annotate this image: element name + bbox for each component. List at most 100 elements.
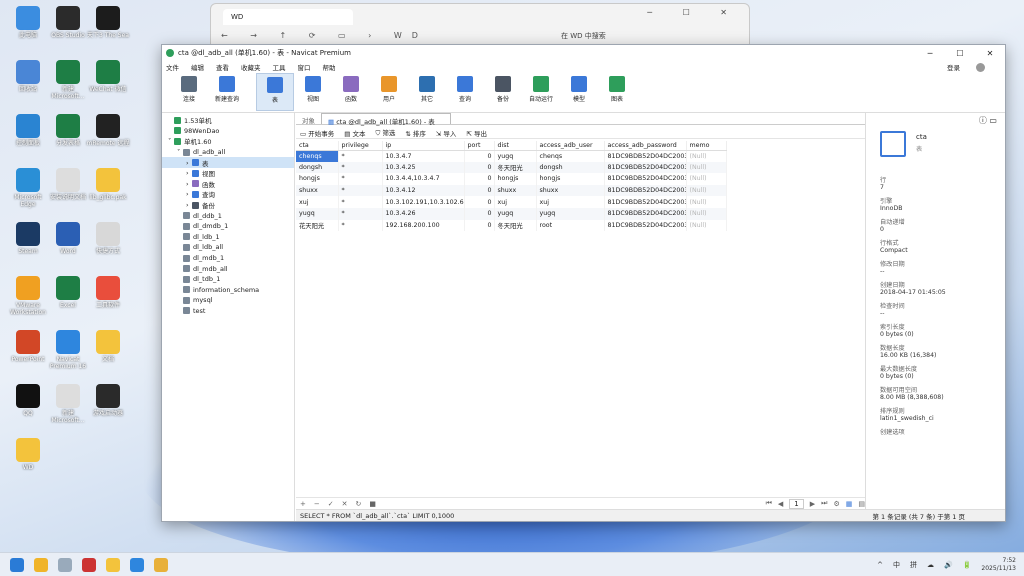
tree-item[interactable]: dl_ddb_1 bbox=[162, 210, 294, 221]
desktop-icon[interactable]: WeChat 微信 bbox=[86, 60, 130, 93]
toolbar-button[interactable]: 表 bbox=[256, 73, 294, 111]
table-cell[interactable]: yugq bbox=[536, 207, 605, 220]
desktop-icon[interactable]: OBS Studio bbox=[46, 6, 90, 39]
column-header[interactable]: dist bbox=[494, 141, 537, 151]
minimize-button[interactable]: ─ bbox=[915, 49, 945, 58]
tray-icon[interactable]: 🔊 bbox=[944, 561, 953, 569]
table-row[interactable]: hongjs * 10.3.4.4,10.3.4.7 0 hongjs hongjs 81D… bbox=[296, 173, 727, 185]
game-taskbar-icon[interactable] bbox=[82, 557, 96, 572]
table-cell[interactable]: hongjs bbox=[536, 173, 605, 185]
toolbar-button[interactable]: 连接 bbox=[170, 73, 208, 111]
desktop-icon[interactable]: QQ bbox=[6, 384, 50, 417]
grid-control-button[interactable]: ■ bbox=[369, 500, 376, 508]
table-cell[interactable]: (Null) bbox=[686, 150, 727, 162]
page-number[interactable]: 1 bbox=[789, 498, 804, 509]
folder-taskbar-icon[interactable] bbox=[106, 557, 120, 572]
app-taskbar-icon[interactable] bbox=[130, 557, 144, 572]
explorer-search-box[interactable]: 在 WD 中搜索 bbox=[561, 31, 606, 41]
tree-item[interactable]: dl_dmdb_1 bbox=[162, 221, 294, 232]
table-cell[interactable]: * bbox=[338, 173, 383, 185]
column-header[interactable]: cta bbox=[296, 141, 339, 151]
avatar-icon[interactable] bbox=[976, 62, 985, 72]
explorer-window-controls[interactable]: ─ ☐ ✕ bbox=[647, 8, 741, 17]
table-row[interactable]: xuj * 10.3.102.191,10.3.102.62 0 xuj xuj 81DC9… bbox=[296, 196, 727, 208]
toolbar-button[interactable]: 自动运行 bbox=[522, 73, 560, 111]
table-row[interactable]: chenqs * 10.3.4.7 0 yugq chenqs 81DC9BDB52D04D… bbox=[296, 150, 727, 162]
desktop-icon[interactable]: 天下3 The Sea bbox=[86, 6, 130, 39]
table-cell[interactable]: * bbox=[338, 207, 383, 220]
table-cell[interactable]: 冬天阳光 bbox=[494, 161, 537, 174]
table-cell[interactable]: 10.3.102.191,10.3.102.62 bbox=[382, 196, 465, 208]
desktop-icon[interactable]: 新建 Microsoft... bbox=[46, 384, 90, 424]
toolbar-button[interactable]: 其它 bbox=[408, 73, 446, 111]
table-cell[interactable]: root bbox=[536, 219, 605, 232]
tree-item[interactable]: › 备份 bbox=[162, 200, 294, 211]
desktop-icon[interactable]: 控制面板 bbox=[6, 114, 50, 147]
desktop-icon[interactable]: Steam bbox=[6, 222, 50, 255]
action-button[interactable]: ▭ 开始事务 bbox=[300, 128, 334, 138]
table-row[interactable]: dongsh * 10.3.4.25 0 冬天阳光 dongsh 81DC9BDB52D04… bbox=[296, 161, 727, 174]
table-cell[interactable]: xuj bbox=[296, 196, 339, 208]
tree-item[interactable]: test bbox=[162, 306, 294, 317]
settings-gear-icon[interactable]: ⚙ bbox=[833, 500, 839, 508]
table-cell[interactable]: xuj bbox=[494, 196, 537, 208]
table-row[interactable]: 花天阳光 * 192.168.200.100 0 冬天阳光 root 81DC9BDB52D… bbox=[296, 219, 727, 232]
tree-item[interactable]: › 函数 bbox=[162, 179, 294, 190]
table-cell[interactable]: 81DC9BDB52D04DC2003 bbox=[604, 207, 687, 220]
explorer-address[interactable]: WD bbox=[394, 31, 428, 40]
table-cell[interactable]: * bbox=[338, 184, 383, 197]
table-cell[interactable]: * bbox=[338, 150, 383, 162]
action-button[interactable]: ▤ 文本 bbox=[344, 128, 365, 138]
desktop-icon[interactable]: 文档 bbox=[86, 330, 130, 363]
table-cell[interactable]: (Null) bbox=[686, 173, 727, 185]
menu-item[interactable]: 工具 bbox=[273, 62, 286, 72]
column-header[interactable]: ip bbox=[382, 141, 465, 151]
action-button[interactable]: ⛉ 筛选 bbox=[375, 127, 395, 138]
table-cell[interactable]: * bbox=[338, 161, 383, 174]
login-label[interactable]: 登录 bbox=[947, 62, 960, 72]
tree-item[interactable]: 98WenDao bbox=[162, 126, 294, 137]
clock[interactable]: 7:52 2025/11/13 bbox=[981, 557, 1016, 573]
column-header[interactable]: port bbox=[464, 141, 495, 151]
table-cell[interactable]: dongsh bbox=[296, 161, 339, 174]
form-view-icon[interactable]: ▤ bbox=[858, 500, 865, 508]
table-cell[interactable]: 81DC9BDB52D04DC2003 bbox=[604, 150, 687, 162]
tree-item[interactable]: dl_ldb_1 bbox=[162, 232, 294, 243]
tree-item[interactable]: › 视图 bbox=[162, 168, 294, 179]
table-cell[interactable]: 0 bbox=[464, 207, 495, 220]
table-cell[interactable]: 81DC9BDB52D04DC2003 bbox=[604, 196, 687, 208]
tab-objects[interactable]: 对象 bbox=[296, 113, 321, 125]
table-cell[interactable]: 81DC9BDB52D04DC2003 bbox=[604, 173, 687, 185]
start-icon[interactable] bbox=[10, 557, 24, 572]
toolbar-button[interactable]: 备份 bbox=[484, 73, 522, 111]
tab-table-data[interactable]: ▦ cta @dl_adb_all (单机1.60) - 表 bbox=[321, 113, 451, 126]
menu-item[interactable]: 查看 bbox=[216, 62, 229, 72]
tray-icon[interactable]: ☁ bbox=[927, 561, 934, 569]
grid-control-button[interactable]: ✓ bbox=[328, 500, 334, 508]
navicat-window[interactable]: cta @dl_adb_all (单机1.60) - 表 - Navicat P… bbox=[161, 44, 1006, 522]
table-cell[interactable]: 81DC9BDB52D04DC2003 bbox=[604, 219, 687, 232]
file-explorer-window[interactable]: WD ─ ☐ ✕ ← → ↑ ⟳ ▭ › WD 在 WD 中搜索 bbox=[210, 3, 750, 45]
desktop-icon[interactable]: 快捷方式 bbox=[86, 222, 130, 255]
table-cell[interactable]: 0 bbox=[464, 161, 495, 174]
table-cell[interactable]: 冬天阳光 bbox=[494, 219, 537, 232]
prev-page-button[interactable]: ◀ bbox=[778, 500, 783, 508]
tray-icon[interactable]: 拼 bbox=[910, 560, 917, 570]
tray-icon[interactable]: 🔋 bbox=[963, 561, 972, 569]
tree-item[interactable]: dl_tdb_1 bbox=[162, 274, 294, 285]
tree-item[interactable]: ˅ 单机1.60 bbox=[162, 136, 294, 147]
tray-icon[interactable]: ^ bbox=[877, 561, 883, 569]
data-grid[interactable]: cta privilege ip port dist access_adb_user acc… bbox=[296, 141, 727, 232]
tree-item[interactable]: ˅ dl_adb_all bbox=[162, 147, 294, 158]
toolbar-button[interactable]: 模型 bbox=[560, 73, 598, 111]
table-cell[interactable]: 0 bbox=[464, 150, 495, 162]
desktop-icon[interactable]: 此电脑 bbox=[6, 6, 50, 39]
table-cell[interactable]: (Null) bbox=[686, 184, 727, 197]
toolbar-button[interactable]: 新建查询 bbox=[208, 73, 246, 111]
table-cell[interactable]: 10.3.4.4,10.3.4.7 bbox=[382, 173, 465, 185]
desktop-icon[interactable]: Word bbox=[46, 222, 90, 255]
desktop-icon[interactable]: Excel bbox=[46, 276, 90, 309]
explorer-tab[interactable]: WD bbox=[223, 9, 353, 25]
table-cell[interactable]: yugq bbox=[494, 207, 537, 220]
desktop-icon[interactable]: 工具软件 bbox=[86, 276, 130, 309]
